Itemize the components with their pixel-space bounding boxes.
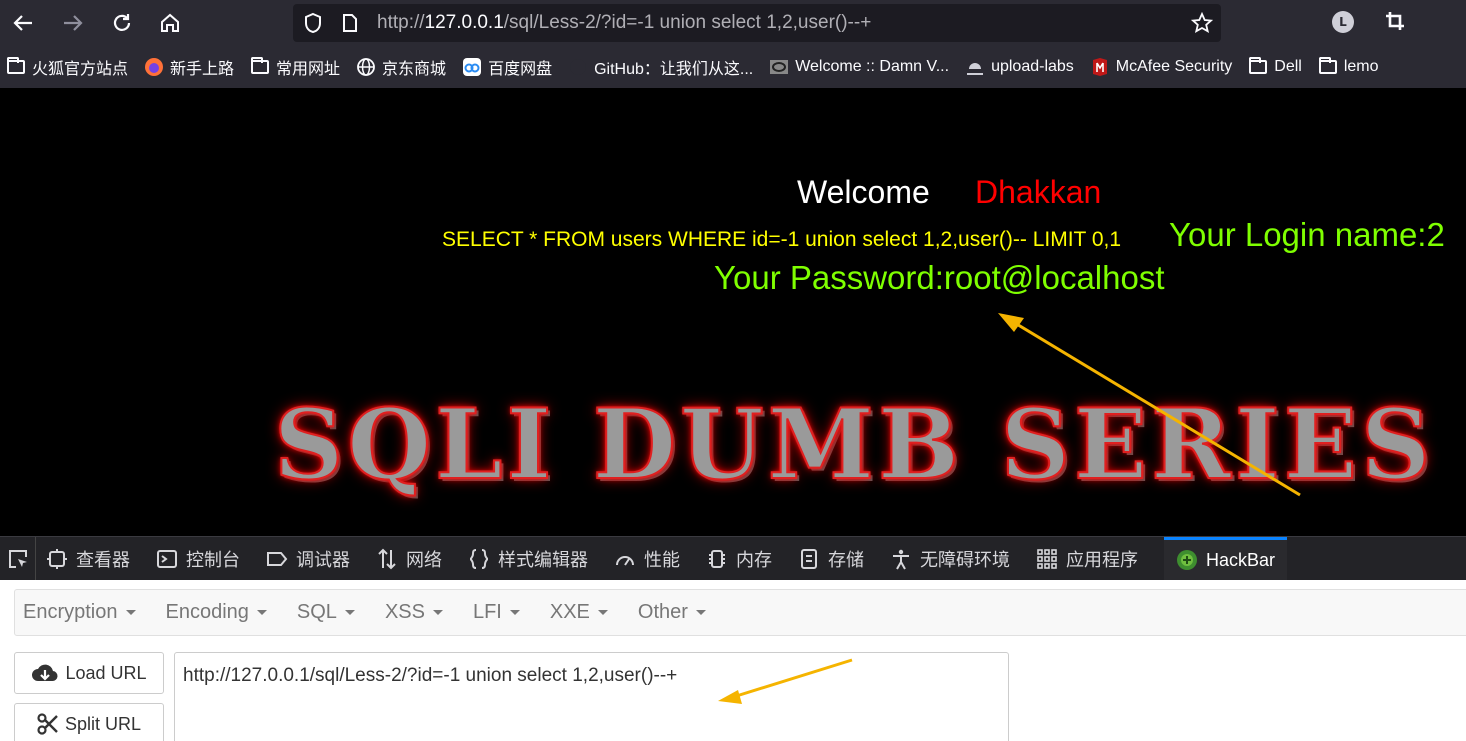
tab-inspector[interactable]: 查看器 (46, 537, 130, 580)
crop-icon[interactable] (1384, 10, 1406, 36)
url-path: /sql/Less-2/?id=-1 union select 1,2,user… (503, 12, 872, 33)
login-name-text: Your Login name:2 (1169, 216, 1445, 253)
bookmark-item[interactable]: McAfee Security (1090, 57, 1232, 77)
back-arrow-icon (13, 15, 32, 31)
console-icon (156, 548, 178, 570)
bookmark-item[interactable]: 百度网盘 (462, 55, 552, 79)
url-prefix: http:// (377, 12, 425, 33)
sqli-dumb-series-banner: SQLI DUMB SERIES (273, 387, 1435, 502)
tab-performance[interactable]: 性能 (614, 537, 680, 580)
welcome-text: Welcome (797, 174, 930, 210)
load-url-button[interactable]: Load URL (14, 652, 164, 694)
globe-icon (356, 57, 376, 77)
folder-icon (1248, 57, 1268, 77)
url-textarea[interactable]: http://127.0.0.1/sql/Less-2/?id=-1 union… (174, 652, 1009, 741)
element-picker-button[interactable] (0, 537, 36, 580)
bookmark-star-icon[interactable] (1190, 11, 1214, 38)
tab-debugger[interactable]: 调试器 (266, 537, 350, 580)
url-text[interactable]: http://127.0.0.1/sql/Less-2/?id=-1 union… (377, 12, 871, 34)
tab-hackbar[interactable]: HackBar (1164, 537, 1288, 580)
tab-console[interactable]: 控制台 (156, 537, 240, 580)
bookmark-item[interactable]: Welcome :: Damn V... (769, 57, 949, 77)
user-name-text: Dhakkan (975, 174, 1102, 210)
debugger-icon (266, 548, 288, 570)
bookmark-item[interactable]: 火狐官方站点 (6, 55, 128, 79)
browser-toolbar: http://127.0.0.1/sql/Less-2/?id=-1 union… (0, 0, 1466, 46)
bookmark-item[interactable]: 新手上路 (144, 55, 234, 79)
caret-down-icon (125, 610, 136, 615)
network-icon (376, 548, 398, 570)
hackbar-menu: Encryption Encoding SQL XSS LFI XXE Othe… (14, 589, 1466, 636)
caret-down-icon (432, 610, 443, 615)
tab-memory[interactable]: 内存 (706, 537, 772, 580)
forward-button[interactable] (58, 8, 88, 38)
hackbar-panel: Encryption Encoding SQL XSS LFI XXE Othe… (0, 580, 1466, 741)
dvwa-icon (769, 57, 789, 77)
devtools-tab-bar: 查看器 控制台 调试器 网络 样式编辑器 性能 内存 存储 无障碍环境 应用程序… (0, 536, 1466, 580)
github-icon (568, 57, 588, 77)
application-icon (1036, 548, 1058, 570)
upload-icon (965, 57, 985, 77)
menu-sql[interactable]: SQL (297, 601, 355, 624)
caret-down-icon (597, 610, 608, 615)
bookmark-item[interactable]: upload-labs (965, 57, 1074, 77)
password-text: Your Password:root@localhost (714, 259, 1165, 296)
hackbar-icon (1176, 549, 1198, 571)
folder-icon (6, 57, 26, 77)
page-content: Welcome Dhakkan SELECT * FROM users WHER… (0, 88, 1466, 536)
tab-storage[interactable]: 存储 (798, 537, 864, 580)
forward-arrow-icon (64, 15, 83, 31)
reload-button[interactable] (107, 8, 137, 38)
style-editor-icon (468, 548, 490, 570)
menu-xss[interactable]: XSS (385, 601, 443, 624)
back-button[interactable] (8, 8, 38, 38)
split-url-button[interactable]: Split URL (14, 703, 164, 741)
menu-encryption[interactable]: Encryption (23, 601, 136, 624)
url-bar[interactable]: http://127.0.0.1/sql/Less-2/?id=-1 union… (293, 4, 1221, 42)
performance-icon (614, 548, 636, 570)
bookmark-item[interactable]: 常用网址 (250, 55, 340, 79)
mcafee-icon (1090, 57, 1110, 77)
profile-avatar[interactable]: L (1332, 11, 1354, 33)
caret-down-icon (256, 610, 267, 615)
bookmark-item[interactable]: 京东商城 (356, 55, 446, 79)
url-host: 127.0.0.1 (424, 12, 504, 33)
menu-other[interactable]: Other (638, 601, 706, 624)
caret-down-icon (695, 610, 706, 615)
storage-icon (798, 548, 820, 570)
picker-icon (8, 549, 27, 568)
home-button[interactable] (155, 8, 185, 38)
caret-down-icon (344, 610, 355, 615)
folder-icon (1318, 57, 1338, 77)
reload-icon (113, 14, 131, 31)
accessibility-icon (890, 548, 912, 570)
scissors-icon (37, 713, 59, 735)
bookmark-item[interactable]: GitHub：让我们从这... (568, 55, 753, 79)
tab-style-editor[interactable]: 样式编辑器 (468, 537, 588, 580)
tab-accessibility[interactable]: 无障碍环境 (890, 537, 1010, 580)
inspector-icon (46, 548, 68, 570)
firefox-icon (144, 57, 164, 77)
tab-network[interactable]: 网络 (376, 537, 442, 580)
sql-query-text: SELECT * FROM users WHERE id=-1 union se… (442, 228, 1122, 251)
cloud-download-icon (31, 662, 59, 684)
tab-application[interactable]: 应用程序 (1036, 537, 1138, 580)
page-info-icon[interactable] (341, 13, 359, 37)
menu-encoding[interactable]: Encoding (166, 601, 267, 624)
bookmark-item[interactable]: Dell (1248, 57, 1302, 77)
shield-icon[interactable] (303, 12, 323, 38)
baidu-pan-icon (462, 57, 482, 77)
menu-xxe[interactable]: XXE (550, 601, 608, 624)
menu-lfi[interactable]: LFI (473, 601, 520, 624)
home-icon (161, 13, 179, 32)
folder-icon (250, 57, 270, 77)
bookmark-item[interactable]: lemo (1318, 57, 1379, 77)
memory-icon (706, 548, 728, 570)
caret-down-icon (509, 610, 520, 615)
bookmarks-bar: 火狐官方站点 新手上路 常用网址 京东商城 百度网盘 GitHub：让我们从这.… (0, 46, 1466, 88)
